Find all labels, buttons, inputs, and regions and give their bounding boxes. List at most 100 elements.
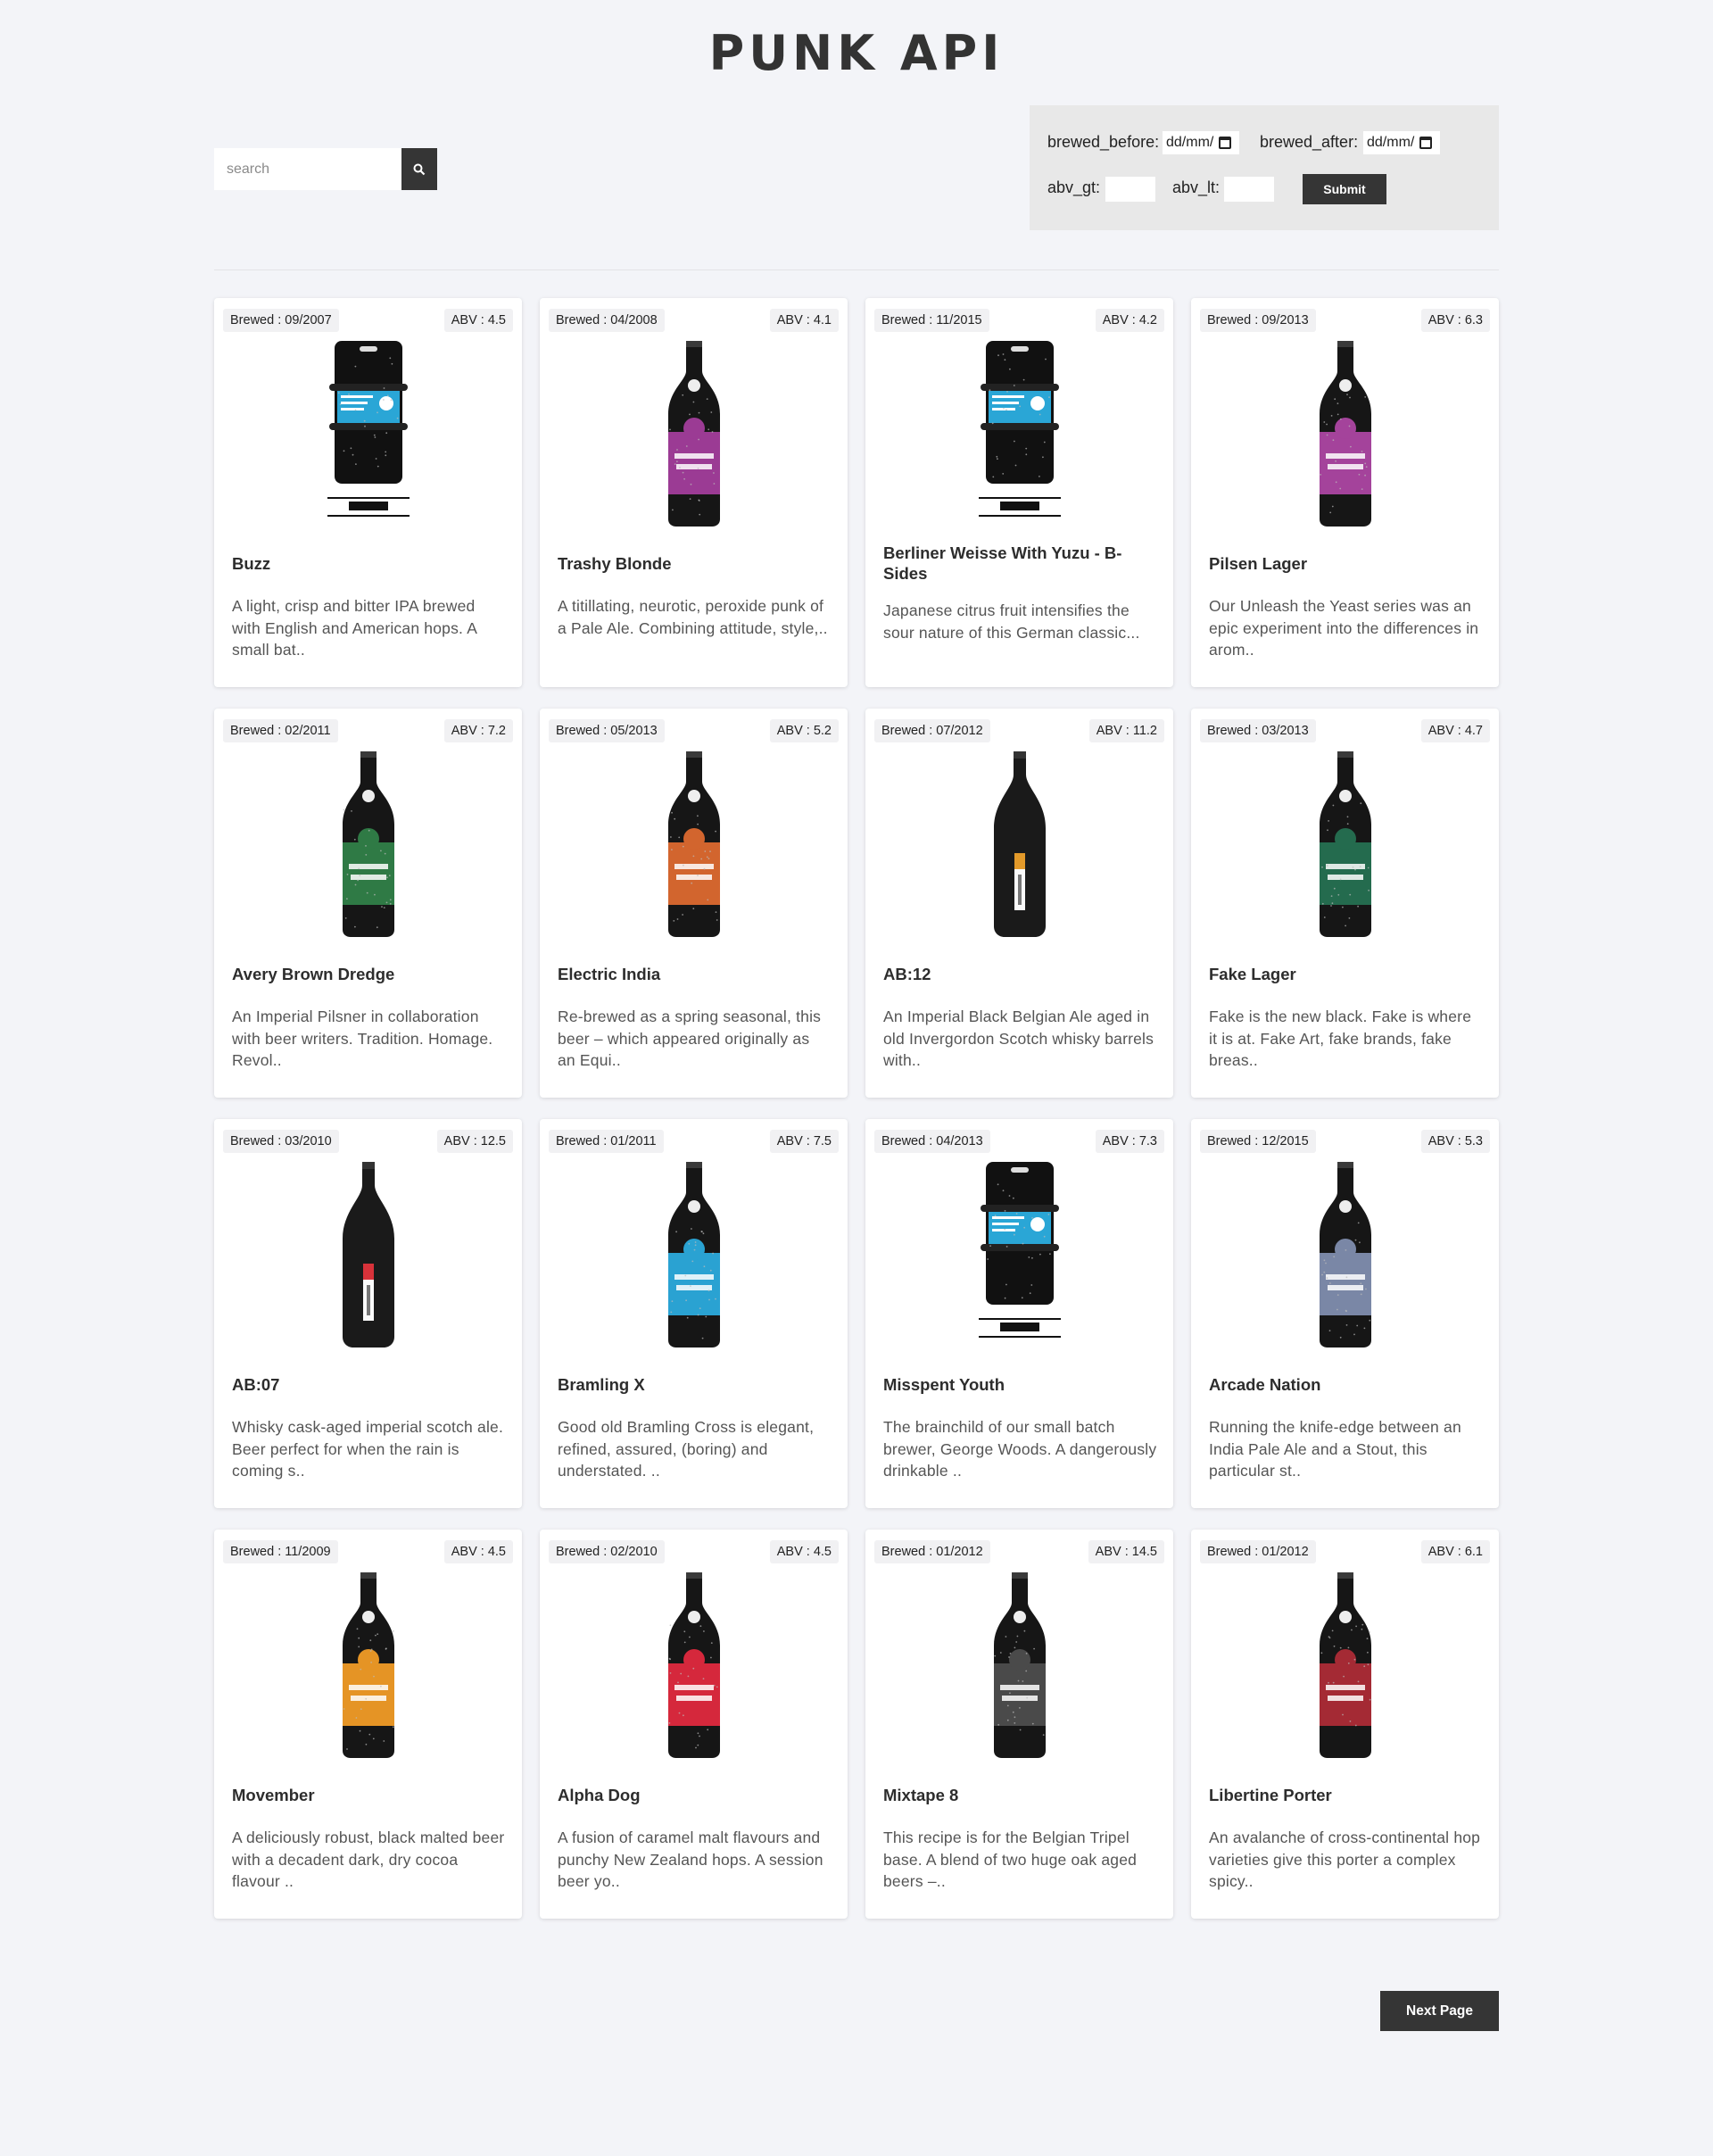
abv-lt-input[interactable] <box>1224 177 1274 202</box>
beer-card[interactable]: Brewed : 07/2012 ABV : 11.2 AB:12 An Imp… <box>865 709 1173 1098</box>
brewed-badge: Brewed : 09/2013 <box>1200 309 1316 332</box>
beer-name: AB:12 <box>883 965 931 983</box>
beer-description: Whisky cask-aged imperial scotch ale. Be… <box>232 1418 504 1480</box>
abv-badge: ABV : 4.5 <box>769 1540 839 1563</box>
brewed-after-label: brewed_after: <box>1260 133 1359 151</box>
beer-description: Fake is the new black. Fake is where it … <box>1209 1008 1472 1069</box>
beer-image <box>865 1571 1173 1760</box>
search-input[interactable] <box>214 148 401 190</box>
brewed-badge: Brewed : 12/2015 <box>1200 1130 1316 1153</box>
abv-badge: ABV : 7.2 <box>443 719 513 742</box>
abv-badge: ABV : 6.3 <box>1420 309 1490 332</box>
brewed-after-value: dd/mm/ <box>1367 135 1415 150</box>
abv-badge: ABV : 4.1 <box>769 309 839 332</box>
beer-image <box>540 750 848 939</box>
abv-badge: ABV : 4.5 <box>443 1540 513 1563</box>
brewed-badge: Brewed : 02/2011 <box>223 719 338 742</box>
abv-badge: ABV : 4.5 <box>443 309 513 332</box>
beer-name: AB:07 <box>232 1375 280 1394</box>
brewed-badge: Brewed : 04/2013 <box>874 1130 990 1153</box>
beer-image <box>865 339 1173 528</box>
beer-card[interactable]: Brewed : 05/2013 ABV : 5.2 Electric Indi… <box>540 709 848 1098</box>
beer-description: Running the knife-edge between an India … <box>1209 1418 1461 1480</box>
abv-badge: ABV : 12.5 <box>436 1130 513 1153</box>
beer-card[interactable]: Brewed : 02/2010 ABV : 4.5 Alpha Dog A f… <box>540 1530 848 1919</box>
abv-badge: ABV : 14.5 <box>1088 1540 1164 1563</box>
brewed-badge: Brewed : 01/2011 <box>549 1130 664 1153</box>
beer-card[interactable]: Brewed : 12/2015 ABV : 5.3 Arcade Nation… <box>1191 1119 1499 1508</box>
brewed-before-field[interactable]: dd/mm/ <box>1163 131 1239 154</box>
beer-description: A deliciously robust, black malted beer … <box>232 1828 505 1890</box>
beer-card[interactable]: Brewed : 02/2011 ABV : 7.2 Avery Brown D… <box>214 709 522 1098</box>
beer-name: Avery Brown Dredge <box>232 965 395 983</box>
brewed-badge: Brewed : 01/2012 <box>874 1540 990 1563</box>
beer-card[interactable]: Brewed : 03/2010 ABV : 12.5 AB:07 Whisky… <box>214 1119 522 1508</box>
beer-name: Movember <box>232 1786 315 1804</box>
brewed-badge: Brewed : 11/2009 <box>223 1540 338 1563</box>
brewed-badge: Brewed : 07/2012 <box>874 719 990 742</box>
brewed-badge: Brewed : 02/2010 <box>549 1540 665 1563</box>
beer-name: Pilsen Lager <box>1209 554 1308 573</box>
page-title: PUNK API <box>708 25 1005 81</box>
beer-image <box>540 1160 848 1349</box>
next-page-button[interactable]: Next Page <box>1380 1991 1499 2031</box>
beer-card[interactable]: Brewed : 01/2011 ABV : 7.5 Bramling X Go… <box>540 1119 848 1508</box>
beer-name: Bramling X <box>558 1375 645 1394</box>
search-button[interactable] <box>401 148 437 190</box>
beer-name: Libertine Porter <box>1209 1786 1332 1804</box>
abv-badge: ABV : 4.2 <box>1095 309 1164 332</box>
brewed-before-label: brewed_before: <box>1047 133 1160 151</box>
beer-image <box>214 750 522 939</box>
abv-badge: ABV : 7.5 <box>769 1130 839 1153</box>
beer-name: Alpha Dog <box>558 1786 641 1804</box>
beer-image <box>540 339 848 528</box>
beer-grid: Brewed : 09/2007 ABV : 4.5 Buzz A light,… <box>214 298 1499 1919</box>
beer-name: Trashy Blonde <box>558 554 672 573</box>
beer-description: An Imperial Black Belgian Ale aged in ol… <box>883 1008 1154 1069</box>
beer-description: This recipe is for the Belgian Tripel ba… <box>883 1828 1138 1890</box>
abv-badge: ABV : 5.3 <box>1420 1130 1490 1153</box>
beer-name: Mixtape 8 <box>883 1786 959 1804</box>
beer-card[interactable]: Brewed : 11/2015 ABV : 4.2 Berliner Weis… <box>865 298 1173 687</box>
beer-card[interactable]: Brewed : 01/2012 ABV : 6.1 Libertine Por… <box>1191 1530 1499 1919</box>
brewed-badge: Brewed : 03/2010 <box>223 1130 339 1153</box>
filter-panel: brewed_before: dd/mm/ brewed_after: dd/m… <box>1030 105 1499 230</box>
beer-image <box>1191 750 1499 939</box>
beer-card[interactable]: Brewed : 01/2012 ABV : 14.5 Mixtape 8 Th… <box>865 1530 1173 1919</box>
abv-gt-label: abv_gt: <box>1047 178 1101 196</box>
beer-image <box>1191 1571 1499 1760</box>
beer-card[interactable]: Brewed : 09/2007 ABV : 4.5 Buzz A light,… <box>214 298 522 687</box>
beer-image <box>214 1571 522 1760</box>
beer-card[interactable]: Brewed : 11/2009 ABV : 4.5 Movember A de… <box>214 1530 522 1919</box>
brewed-after-field[interactable]: dd/mm/ <box>1363 131 1440 154</box>
calendar-icon[interactable] <box>1419 137 1433 149</box>
brewed-before-value: dd/mm/ <box>1166 135 1214 150</box>
beer-image <box>1191 1160 1499 1349</box>
search-icon <box>413 163 426 175</box>
abv-badge: ABV : 4.7 <box>1420 719 1490 742</box>
beer-image <box>1191 339 1499 528</box>
beer-name: Fake Lager <box>1209 965 1296 983</box>
submit-button[interactable]: Submit <box>1303 174 1386 204</box>
beer-description: An avalanche of cross-continental hop va… <box>1209 1828 1481 1890</box>
abv-badge: ABV : 6.1 <box>1420 1540 1490 1563</box>
beer-card[interactable]: Brewed : 04/2008 ABV : 4.1 Trashy Blonde… <box>540 298 848 687</box>
calendar-icon[interactable] <box>1219 137 1232 149</box>
beer-card[interactable]: Brewed : 04/2013 ABV : 7.3 Misspent Yout… <box>865 1119 1173 1508</box>
brewed-badge: Brewed : 04/2008 <box>549 309 665 332</box>
abv-badge: ABV : 7.3 <box>1095 1130 1164 1153</box>
beer-card[interactable]: Brewed : 03/2013 ABV : 4.7 Fake Lager Fa… <box>1191 709 1499 1098</box>
beer-description: A titillating, neurotic, peroxide punk o… <box>558 597 828 637</box>
abv-gt-input[interactable] <box>1105 177 1155 202</box>
abv-badge: ABV : 11.2 <box>1088 719 1164 742</box>
search-bar <box>214 148 437 190</box>
beer-image <box>865 750 1173 939</box>
brewed-badge: Brewed : 05/2013 <box>549 719 665 742</box>
beer-image <box>865 1160 1173 1349</box>
beer-name: Buzz <box>232 554 271 573</box>
beer-description: Our Unleash the Yeast series was an epic… <box>1209 597 1479 659</box>
beer-description: Re-brewed as a spring seasonal, this bee… <box>558 1008 822 1069</box>
beer-card[interactable]: Brewed : 09/2013 ABV : 6.3 Pilsen Lager … <box>1191 298 1499 687</box>
abv-lt-label: abv_lt: <box>1172 178 1221 196</box>
beer-description: Good old Bramling Cross is elegant, refi… <box>558 1418 815 1480</box>
